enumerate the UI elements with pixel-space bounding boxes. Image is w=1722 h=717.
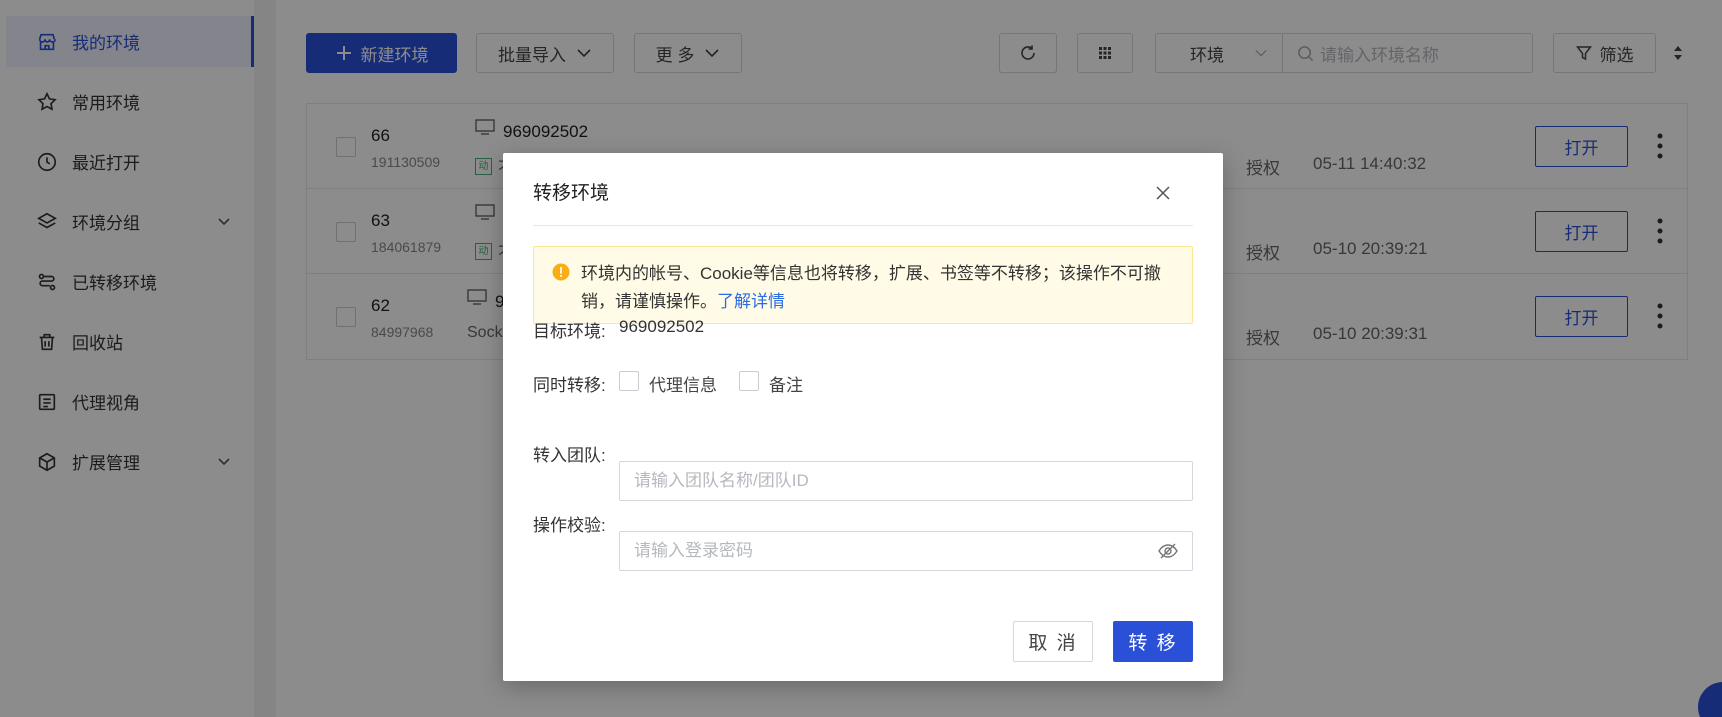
password-input[interactable] <box>619 531 1193 571</box>
learn-more-link[interactable]: 了解详情 <box>717 292 785 311</box>
target-team-input[interactable] <box>619 461 1193 501</box>
eye-off-icon[interactable] <box>1158 542 1178 560</box>
target-env-label: 目标环境: <box>533 322 606 341</box>
warning-message: 环境内的帐号、Cookie等信息也将转移，扩展、书签等不转移；该操作不可撤销，请… <box>581 264 1161 311</box>
verify-label: 操作校验: <box>533 516 606 535</box>
close-icon[interactable] <box>1155 185 1171 201</box>
cancel-button[interactable]: 取 消 <box>1013 621 1093 662</box>
warning-text: 环境内的帐号、Cookie等信息也将转移，扩展、书签等不转移；该操作不可撤销，请… <box>581 260 1181 316</box>
warning-icon <box>552 263 570 281</box>
proxy-info-label: 代理信息 <box>649 376 717 395</box>
note-label: 备注 <box>769 376 803 395</box>
transfer-env-dialog: 转移环境 环境内的帐号、Cookie等信息也将转移，扩展、书签等不转移；该操作不… <box>503 153 1223 681</box>
transfer-button[interactable]: 转 移 <box>1113 621 1193 662</box>
target-team-label: 转入团队: <box>533 446 606 465</box>
dialog-divider <box>533 225 1193 226</box>
note-checkbox[interactable] <box>739 371 759 391</box>
also-transfer-label: 同时转移: <box>533 376 606 395</box>
proxy-info-checkbox[interactable] <box>619 371 639 391</box>
warning-alert: 环境内的帐号、Cookie等信息也将转移，扩展、书签等不转移；该操作不可撤销，请… <box>533 246 1193 324</box>
target-env-value: 969092502 <box>619 317 705 336</box>
dialog-title: 转移环境 <box>533 183 610 204</box>
